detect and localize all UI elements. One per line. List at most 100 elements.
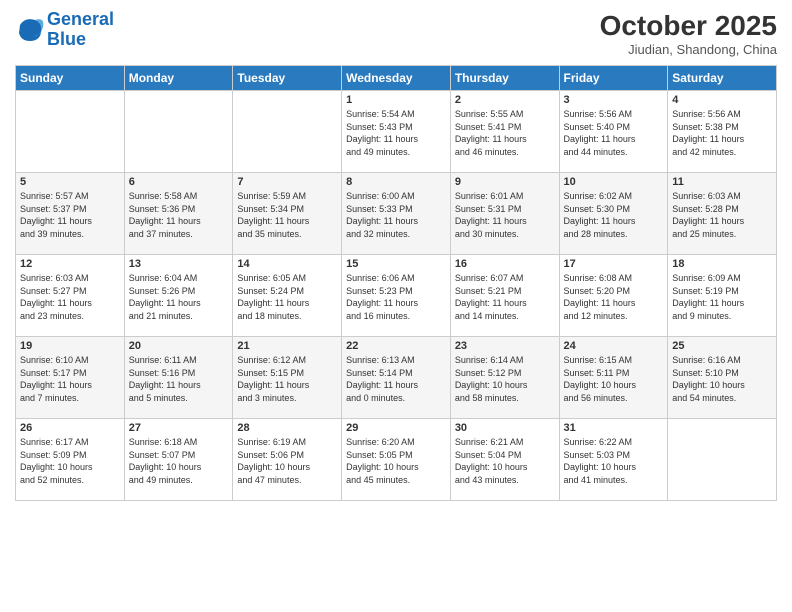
calendar-cell: 30Sunrise: 6:21 AM Sunset: 5:04 PM Dayli… [450,419,559,501]
day-info: Sunrise: 6:12 AM Sunset: 5:15 PM Dayligh… [237,354,337,404]
calendar-cell: 25 Sunrise: 6:16 AM Sunset: 5:10 PM Dayli… [668,337,777,419]
day-info: Sunrise: 6:04 AM Sunset: 5:26 PM Dayligh… [129,272,229,322]
day-info: Sunrise: 6:08 AM Sunset: 5:20 PM Dayligh… [564,272,664,322]
logo-text: General Blue [47,10,114,50]
calendar-cell: 20Sunrise: 6:11 AM Sunset: 5:16 PM Dayli… [124,337,233,419]
day-number: 8 [346,176,446,188]
day-info: Sunrise: 6:15 AM Sunset: 5:11 PM Dayligh… [564,354,664,404]
day-number: 20 [129,340,229,352]
calendar-cell: 12 Sunrise: 6:03 AM Sunset: 5:27 PM Dayli… [16,255,125,337]
calendar-header: Sunday Monday Tuesday Wednesday Thursday… [16,66,777,91]
day-number: 27 [129,422,229,434]
day-number: 29 [346,422,446,434]
day-info: Sunrise: 5:59 AM Sunset: 5:34 PM Dayligh… [237,190,337,240]
calendar-cell: 19Sunrise: 6:10 AM Sunset: 5:17 PM Dayli… [16,337,125,419]
calendar-cell: 4Sunrise: 5:56 AM Sunset: 5:38 PM Daylig… [668,91,777,173]
calendar-cell: 17 Sunrise: 6:08 AM Sunset: 5:20 PM Dayli… [559,255,668,337]
logo-icon [15,15,45,45]
day-info: Sunrise: 6:14 AM Sunset: 5:12 PM Dayligh… [455,354,555,404]
day-number: 22 [346,340,446,352]
calendar-week-4: 19Sunrise: 6:10 AM Sunset: 5:17 PM Dayli… [16,337,777,419]
calendar-cell [16,91,125,173]
day-number: 16 [455,258,555,270]
day-info: Sunrise: 6:10 AM Sunset: 5:17 PM Dayligh… [20,354,120,404]
day-number: 13 [129,258,229,270]
calendar-cell: 26 Sunrise: 6:17 AM Sunset: 5:09 PM Dayli… [16,419,125,501]
calendar-week-1: 1Sunrise: 5:54 AM Sunset: 5:43 PM Daylig… [16,91,777,173]
calendar-cell: 16 Sunrise: 6:07 AM Sunset: 5:21 PM Dayli… [450,255,559,337]
day-number: 14 [237,258,337,270]
calendar-cell: 28Sunrise: 6:19 AM Sunset: 5:06 PM Dayli… [233,419,342,501]
calendar-cell: 11Sunrise: 6:03 AM Sunset: 5:28 PM Dayli… [668,173,777,255]
calendar-cell: 7 Sunrise: 5:59 AM Sunset: 5:34 PM Daylig… [233,173,342,255]
day-info: Sunrise: 6:03 AM Sunset: 5:27 PM Dayligh… [20,272,120,322]
day-info: Sunrise: 6:16 AM Sunset: 5:10 PM Dayligh… [672,354,772,404]
day-info: Sunrise: 5:57 AM Sunset: 5:37 PM Dayligh… [20,190,120,240]
day-number: 12 [20,258,120,270]
day-number: 1 [346,94,446,106]
day-info: Sunrise: 6:19 AM Sunset: 5:06 PM Dayligh… [237,436,337,486]
day-info: Sunrise: 5:56 AM Sunset: 5:38 PM Dayligh… [672,108,772,158]
day-number: 18 [672,258,772,270]
calendar-cell: 5 Sunrise: 5:57 AM Sunset: 5:37 PM Daylig… [16,173,125,255]
day-info: Sunrise: 5:58 AM Sunset: 5:36 PM Dayligh… [129,190,229,240]
calendar-cell [233,91,342,173]
col-sunday: Sunday [16,66,125,91]
calendar-cell: 13 Sunrise: 6:04 AM Sunset: 5:26 PM Dayli… [124,255,233,337]
calendar-cell: 6 Sunrise: 5:58 AM Sunset: 5:36 PM Daylig… [124,173,233,255]
calendar-cell: 15 Sunrise: 6:06 AM Sunset: 5:23 PM Dayli… [342,255,451,337]
calendar-cell: 18Sunrise: 6:09 AM Sunset: 5:19 PM Dayli… [668,255,777,337]
day-info: Sunrise: 6:22 AM Sunset: 5:03 PM Dayligh… [564,436,664,486]
calendar-table: Sunday Monday Tuesday Wednesday Thursday… [15,65,777,501]
day-number: 21 [237,340,337,352]
day-number: 17 [564,258,664,270]
col-saturday: Saturday [668,66,777,91]
col-friday: Friday [559,66,668,91]
day-number: 23 [455,340,555,352]
calendar-cell [124,91,233,173]
day-number: 26 [20,422,120,434]
day-info: Sunrise: 5:56 AM Sunset: 5:40 PM Dayligh… [564,108,664,158]
col-thursday: Thursday [450,66,559,91]
day-info: Sunrise: 6:02 AM Sunset: 5:30 PM Dayligh… [564,190,664,240]
day-info: Sunrise: 6:17 AM Sunset: 5:09 PM Dayligh… [20,436,120,486]
calendar-cell: 10Sunrise: 6:02 AM Sunset: 5:30 PM Dayli… [559,173,668,255]
day-number: 15 [346,258,446,270]
day-number: 3 [564,94,664,106]
month-title: October 2025 [600,10,777,42]
page-container: General Blue October 2025 Jiudian, Shand… [0,0,792,511]
day-info: Sunrise: 6:21 AM Sunset: 5:04 PM Dayligh… [455,436,555,486]
col-monday: Monday [124,66,233,91]
calendar-cell: 22 Sunrise: 6:13 AM Sunset: 5:14 PM Dayli… [342,337,451,419]
calendar-cell: 9 Sunrise: 6:01 AM Sunset: 5:31 PM Daylig… [450,173,559,255]
day-number: 25 [672,340,772,352]
page-header: General Blue October 2025 Jiudian, Shand… [15,10,777,57]
day-info: Sunrise: 6:13 AM Sunset: 5:14 PM Dayligh… [346,354,446,404]
header-row: Sunday Monday Tuesday Wednesday Thursday… [16,66,777,91]
day-info: Sunrise: 6:20 AM Sunset: 5:05 PM Dayligh… [346,436,446,486]
title-block: October 2025 Jiudian, Shandong, China [600,10,777,57]
day-info: Sunrise: 6:18 AM Sunset: 5:07 PM Dayligh… [129,436,229,486]
day-number: 2 [455,94,555,106]
day-number: 7 [237,176,337,188]
day-number: 9 [455,176,555,188]
calendar-cell: 1Sunrise: 5:54 AM Sunset: 5:43 PM Daylig… [342,91,451,173]
calendar-cell [668,419,777,501]
day-number: 24 [564,340,664,352]
calendar-cell: 24 Sunrise: 6:15 AM Sunset: 5:11 PM Dayli… [559,337,668,419]
calendar-body: 1Sunrise: 5:54 AM Sunset: 5:43 PM Daylig… [16,91,777,501]
col-wednesday: Wednesday [342,66,451,91]
calendar-week-3: 12 Sunrise: 6:03 AM Sunset: 5:27 PM Dayli… [16,255,777,337]
day-number: 5 [20,176,120,188]
day-number: 6 [129,176,229,188]
day-info: Sunrise: 6:07 AM Sunset: 5:21 PM Dayligh… [455,272,555,322]
calendar-cell: 21 Sunrise: 6:12 AM Sunset: 5:15 PM Dayli… [233,337,342,419]
calendar-cell: 23 Sunrise: 6:14 AM Sunset: 5:12 PM Dayli… [450,337,559,419]
day-info: Sunrise: 6:06 AM Sunset: 5:23 PM Dayligh… [346,272,446,322]
day-info: Sunrise: 6:05 AM Sunset: 5:24 PM Dayligh… [237,272,337,322]
calendar-cell: 29 Sunrise: 6:20 AM Sunset: 5:05 PM Dayli… [342,419,451,501]
calendar-cell: 27 Sunrise: 6:18 AM Sunset: 5:07 PM Dayli… [124,419,233,501]
calendar-cell: 2Sunrise: 5:55 AM Sunset: 5:41 PM Daylig… [450,91,559,173]
day-info: Sunrise: 6:03 AM Sunset: 5:28 PM Dayligh… [672,190,772,240]
day-info: Sunrise: 6:01 AM Sunset: 5:31 PM Dayligh… [455,190,555,240]
